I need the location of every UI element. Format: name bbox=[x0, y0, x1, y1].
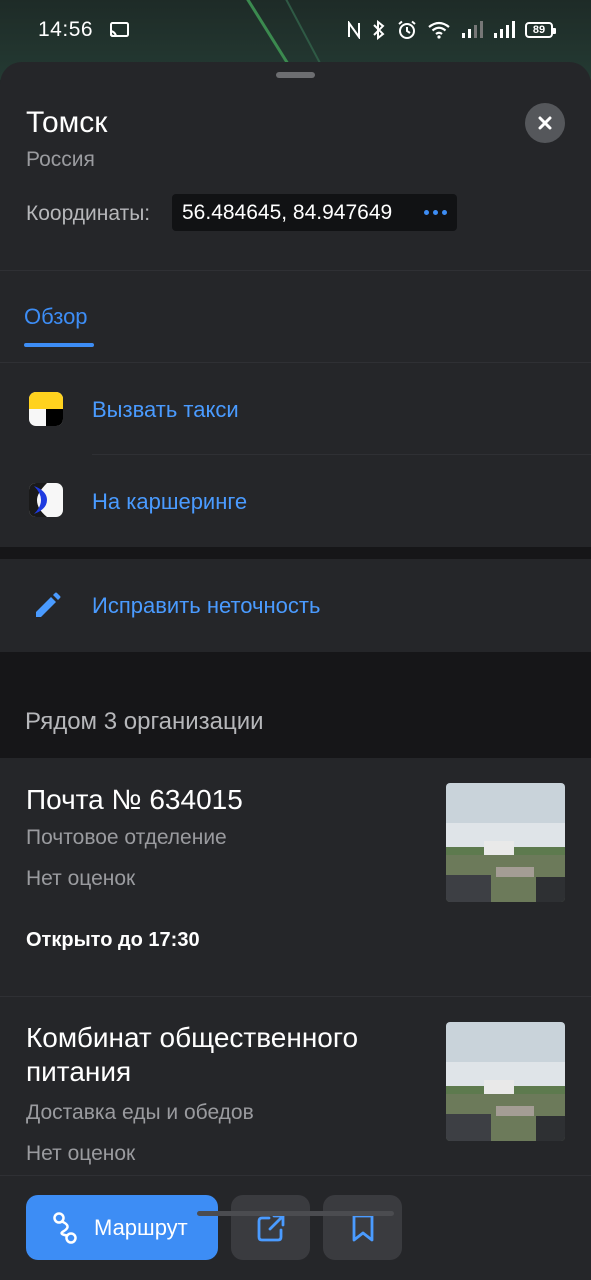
org-card[interactable]: Комбинат общественного питания Доставка … bbox=[0, 997, 591, 1177]
place-title: Томск bbox=[26, 106, 108, 139]
bluetooth-icon bbox=[373, 20, 385, 40]
taxi-label: Вызвать такси bbox=[92, 397, 239, 422]
coords-value[interactable]: 56.484645, 84.947649 bbox=[182, 201, 392, 225]
bottom-action-bar: Маршрут bbox=[0, 1175, 591, 1280]
org-category: Доставка еды и обедов bbox=[26, 1101, 254, 1124]
tab-active-indicator bbox=[24, 343, 94, 347]
place-card-sheet: Томск Россия Координаты: 56.484645, 84.9… bbox=[0, 62, 591, 1280]
org-name: Почта № 634015 bbox=[26, 784, 243, 815]
bookmark-button[interactable] bbox=[323, 1195, 402, 1260]
nearby-title: Рядом 3 организации bbox=[25, 708, 264, 735]
signal-icon bbox=[462, 21, 483, 38]
org-card[interactable]: Почта № 634015 Почтовое отделение Нет оц… bbox=[0, 758, 591, 996]
bookmark-icon bbox=[352, 1214, 373, 1241]
route-label: Маршрут bbox=[94, 1214, 188, 1240]
nfc-icon bbox=[348, 21, 360, 39]
org-rating: Нет оценок bbox=[26, 867, 136, 890]
org-name: Комбинат общественного питания bbox=[26, 1022, 359, 1087]
cast-icon bbox=[109, 22, 130, 38]
org-rating: Нет оценок bbox=[26, 1142, 136, 1165]
org-hours: Открыто до 17:30 bbox=[26, 929, 200, 951]
section-gap bbox=[0, 547, 591, 559]
nearby-header bbox=[0, 652, 591, 758]
share-icon bbox=[257, 1214, 284, 1241]
carsharing-icon bbox=[29, 483, 63, 517]
share-button[interactable] bbox=[231, 1195, 310, 1260]
carsharing-label: На каршеринге bbox=[92, 489, 248, 514]
status-bar: 14:56 89 bbox=[0, 0, 591, 60]
route-icon bbox=[53, 1211, 77, 1244]
route-button[interactable]: Маршрут bbox=[26, 1195, 218, 1260]
taxi-action[interactable]: Вызвать такси bbox=[0, 363, 591, 455]
place-country: Россия bbox=[26, 148, 95, 171]
fix-inaccuracy-label: Исправить неточность bbox=[92, 593, 321, 618]
tab-overview[interactable]: Обзор bbox=[24, 304, 88, 330]
wifi-icon bbox=[428, 21, 450, 39]
org-photo[interactable] bbox=[446, 1022, 565, 1141]
alarm-icon bbox=[398, 20, 416, 39]
carsharing-action[interactable]: На каршеринге bbox=[0, 455, 591, 547]
home-indicator bbox=[197, 1211, 394, 1216]
sheet-grabber[interactable] bbox=[276, 72, 315, 78]
coords-field[interactable]: 56.484645, 84.947649 bbox=[172, 194, 457, 231]
fix-inaccuracy-action[interactable]: Исправить неточность bbox=[0, 559, 591, 651]
close-button[interactable] bbox=[525, 103, 565, 143]
divider bbox=[0, 270, 591, 271]
pencil-icon bbox=[33, 592, 61, 620]
signal-icon bbox=[494, 21, 515, 38]
taxi-icon bbox=[29, 392, 63, 426]
battery-icon: 89 bbox=[525, 22, 556, 38]
org-photo[interactable] bbox=[446, 783, 565, 902]
battery-level: 89 bbox=[532, 24, 546, 36]
org-category: Почтовое отделение bbox=[26, 826, 227, 849]
coords-label: Координаты: bbox=[26, 202, 151, 225]
more-icon[interactable] bbox=[424, 210, 447, 215]
close-icon bbox=[538, 116, 552, 130]
status-time: 14:56 bbox=[38, 18, 94, 41]
